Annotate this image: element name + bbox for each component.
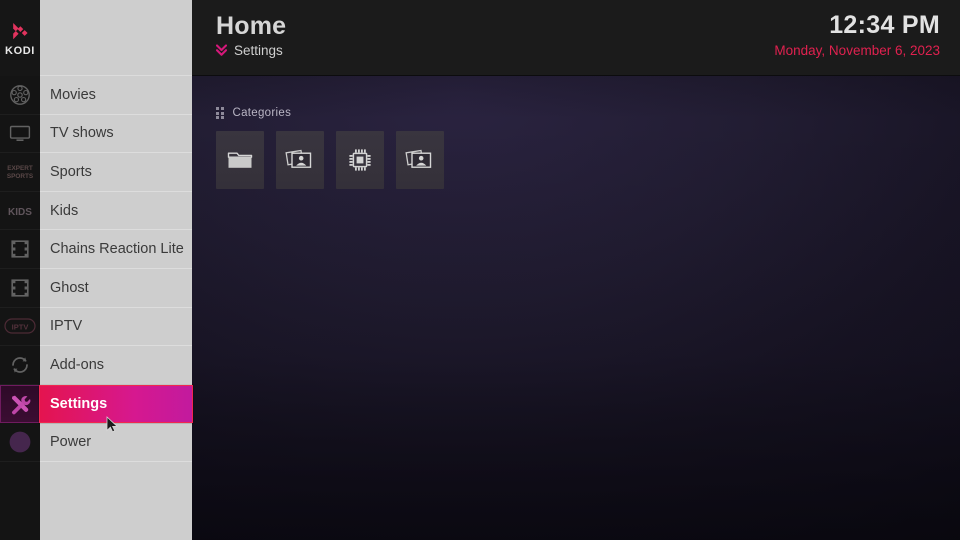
iptv-logo-icon: IPTV	[4, 317, 36, 335]
category-tile-folder[interactable]	[216, 131, 264, 189]
sidebar-menu: Movies TV shows Sports Kids Chains React…	[39, 0, 193, 540]
clock-date: Monday, November 6, 2023	[774, 43, 940, 58]
sidebar-item-label: Settings	[50, 396, 108, 413]
sidebar-item-kids[interactable]: Kids	[40, 192, 192, 231]
film-strip-icon	[9, 238, 31, 260]
sidebar-item-movies[interactable]: Movies	[40, 76, 192, 115]
sidebar-item-settings[interactable]: Settings	[39, 384, 193, 424]
sidebar-item-label: TV shows	[50, 125, 114, 142]
sidebar-item-label: Power	[50, 434, 92, 451]
wrench-screwdriver-icon	[8, 392, 32, 416]
breadcrumb-label: Settings	[234, 43, 283, 58]
sidebar-item-label: Add-ons	[50, 356, 105, 373]
svg-text:SPORTS: SPORTS	[7, 173, 34, 180]
sidebar-item-label: IPTV	[50, 318, 83, 335]
rail-item-add-ons[interactable]	[0, 346, 40, 385]
sidebar-item-tv-shows[interactable]: TV shows	[40, 115, 192, 154]
breadcrumb[interactable]: Settings	[216, 43, 283, 58]
sidebar-item-label: Sports	[50, 163, 92, 180]
double-chevron-down-icon	[216, 44, 227, 57]
kodi-logo-icon	[9, 20, 31, 42]
rail-item-chains-reaction-lite[interactable]	[0, 230, 40, 269]
sidebar-item-label: Ghost	[50, 279, 89, 296]
categories-label: Categories	[232, 107, 292, 119]
clock-time: 12:34 PM	[829, 11, 940, 39]
categories-tile-list	[216, 131, 444, 189]
page-title: Home	[216, 12, 287, 40]
sidebar-item-chains-reaction-lite[interactable]: Chains Reaction Lite	[40, 230, 192, 269]
sports-logo-icon: EXPERT SPORTS	[5, 161, 35, 183]
rail-item-power[interactable]	[0, 423, 40, 462]
content-area: Categories	[192, 76, 960, 540]
cpu-chip-icon	[346, 146, 374, 174]
sidebar-item-label: Movies	[50, 86, 96, 103]
pictures-stack-icon	[405, 147, 435, 173]
rail-item-sports[interactable]: EXPERT SPORTS	[0, 153, 40, 192]
category-tile-media[interactable]	[276, 131, 324, 189]
rail-item-kids[interactable]: KIDS	[0, 192, 40, 231]
television-icon	[8, 121, 32, 145]
sidebar-item-label: Kids	[50, 202, 79, 219]
sidebar-menu-tail	[40, 462, 192, 540]
sidebar-item-iptv[interactable]: IPTV	[40, 308, 192, 347]
rail-item-tv-shows[interactable]	[0, 115, 40, 154]
grid-dots-icon	[216, 107, 224, 119]
rail-item-settings[interactable]	[0, 384, 40, 424]
svg-text:IPTV: IPTV	[12, 323, 29, 332]
kodi-logo[interactable]: KODI	[0, 0, 40, 76]
categories-header: Categories	[216, 107, 291, 119]
rail-item-ghost[interactable]	[0, 269, 40, 308]
svg-text:EXPERT: EXPERT	[7, 165, 33, 172]
pictures-stack-icon	[285, 147, 315, 173]
sync-arrows-icon	[8, 353, 32, 377]
sidebar-menu-spacer	[40, 0, 192, 76]
top-header-bar: Home Settings 12:34 PM Monday, November …	[192, 0, 960, 76]
folder-icon	[226, 148, 254, 172]
rail-item-movies[interactable]	[0, 76, 40, 115]
category-tile-pictures[interactable]	[396, 131, 444, 189]
sidebar-item-power[interactable]: Power	[40, 423, 192, 462]
icon-rail: KODI EXPERT SPORTS KIDS IPTV	[0, 0, 40, 540]
kodi-home-screen: Home Settings 12:34 PM Monday, November …	[0, 0, 960, 540]
sidebar-item-ghost[interactable]: Ghost	[40, 269, 192, 308]
svg-text:KIDS: KIDS	[8, 207, 32, 218]
sidebar-item-add-ons[interactable]: Add-ons	[40, 346, 192, 385]
film-strip-icon	[9, 277, 31, 299]
sidebar-item-label: Chains Reaction Lite	[50, 241, 184, 258]
rail-item-iptv[interactable]: IPTV	[0, 308, 40, 347]
category-tile-system[interactable]	[336, 131, 384, 189]
kids-icon: KIDS	[6, 201, 34, 221]
rail-item-list: EXPERT SPORTS KIDS IPTV	[0, 76, 40, 462]
power-circle-icon	[7, 429, 33, 455]
sidebar-item-sports[interactable]: Sports	[40, 153, 192, 192]
kodi-logo-label: KODI	[5, 44, 35, 57]
film-reel-icon	[8, 83, 32, 107]
